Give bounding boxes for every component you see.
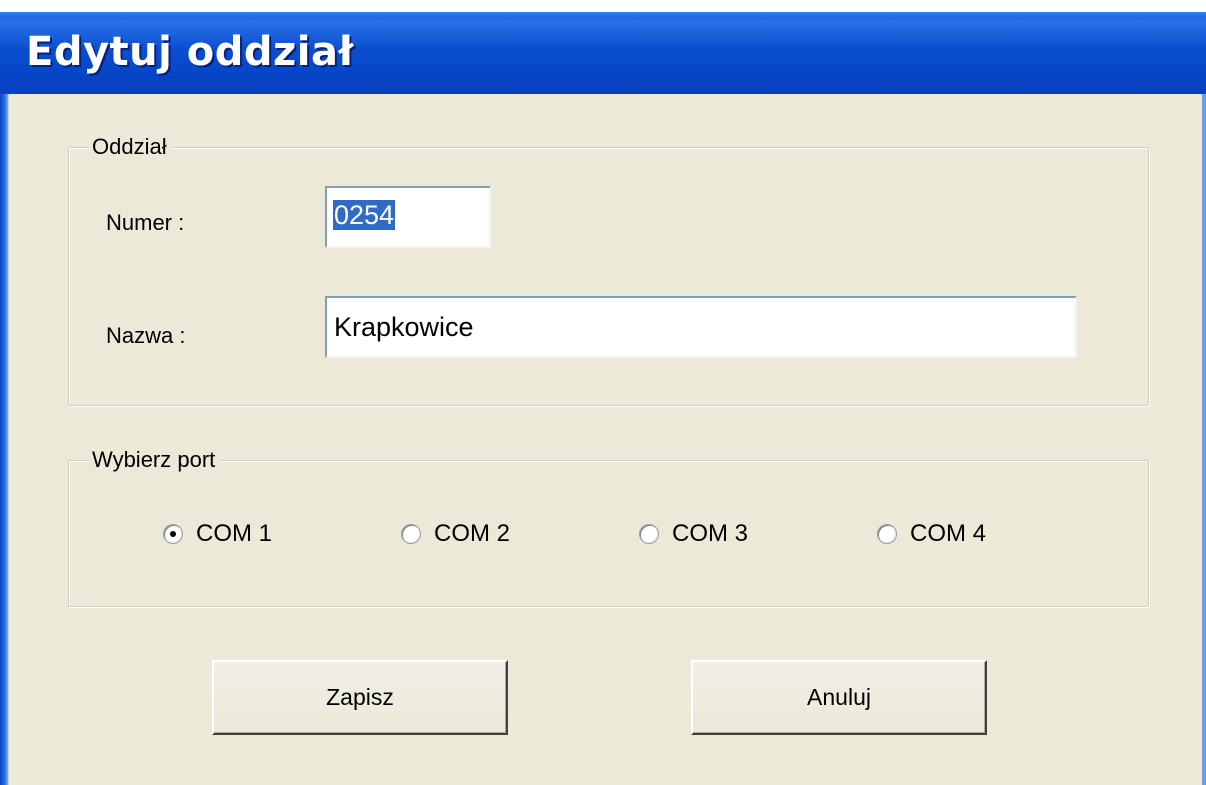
name-field[interactable]: Krapkowice (325, 296, 1077, 358)
radio-selected-dot (170, 531, 176, 537)
radio-com2[interactable]: COM 2 (401, 520, 510, 548)
branch-groupbox: Oddział (68, 134, 1149, 406)
radio-com1[interactable]: COM 1 (163, 520, 272, 548)
number-field-value: 0254 (333, 200, 396, 230)
branch-group-legend: Oddział (89, 134, 171, 160)
radio-com3-circle[interactable] (639, 524, 659, 544)
radio-com3-label[interactable]: COM 3 (672, 520, 748, 548)
window-frame-left (0, 94, 9, 785)
save-button[interactable]: Zapisz (212, 660, 508, 735)
radio-com4-label[interactable]: COM 4 (910, 520, 986, 548)
radio-com4[interactable]: COM 4 (877, 520, 986, 548)
number-field[interactable]: 0254 (325, 186, 491, 248)
radio-com2-label[interactable]: COM 2 (434, 520, 510, 548)
title-bar[interactable]: Edytuj oddział (0, 12, 1206, 94)
radio-com2-circle[interactable] (401, 524, 421, 544)
name-label: Nazwa : (106, 323, 186, 348)
radio-com3[interactable]: COM 3 (639, 520, 748, 548)
port-group-legend: Wybierz port (89, 447, 220, 473)
radio-com1-label[interactable]: COM 1 (196, 520, 272, 548)
name-field-value: Krapkowice (334, 312, 474, 342)
radio-com1-circle[interactable] (163, 524, 183, 544)
number-label: Numer : (106, 210, 185, 235)
window-frame-right (1202, 94, 1206, 785)
radio-com4-circle[interactable] (877, 524, 897, 544)
window-title: Edytuj oddział (26, 29, 354, 75)
cancel-button[interactable]: Anuluj (691, 660, 987, 735)
